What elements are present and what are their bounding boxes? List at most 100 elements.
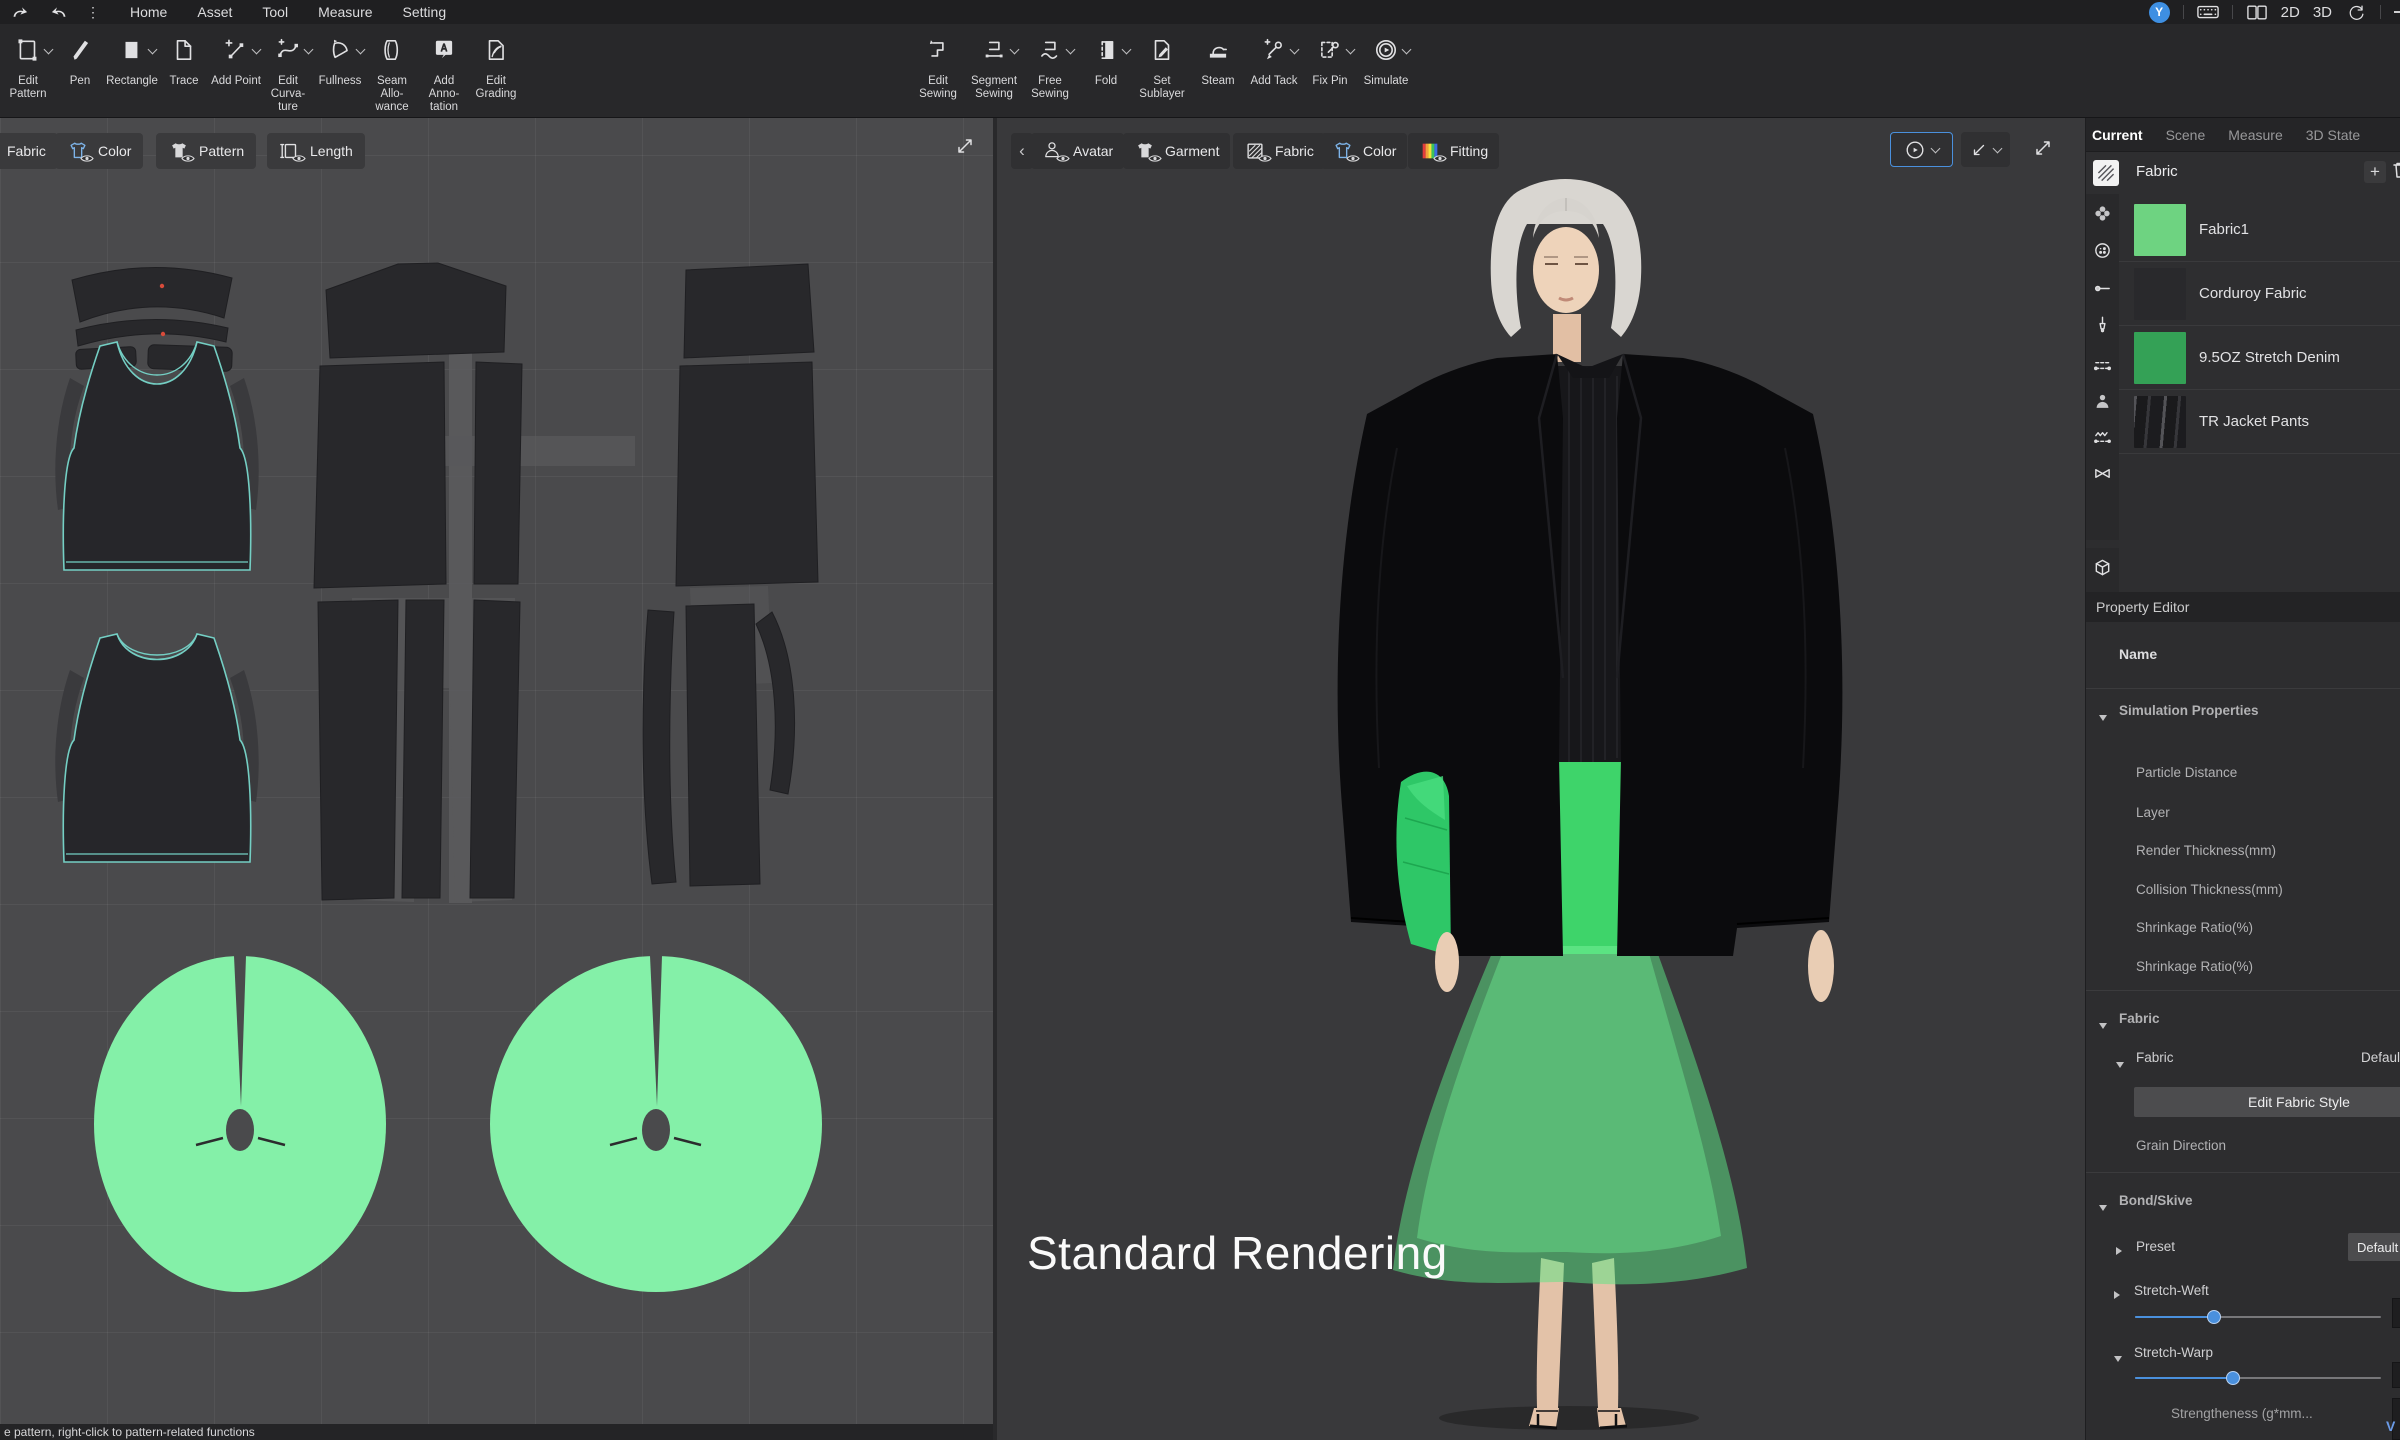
add-point-button[interactable]: Add Point [210, 24, 262, 118]
fabric-asset-icon[interactable] [2093, 204, 2112, 223]
pointer-mode-button[interactable] [1961, 132, 2010, 167]
animation-mode-button[interactable] [1890, 132, 1953, 167]
collapse-simulation-icon[interactable] [2099, 708, 2107, 724]
pattern-pieces-canvas[interactable] [0, 118, 993, 1440]
fullness-button[interactable]: Fullness [314, 24, 366, 118]
redo-icon[interactable] [48, 3, 70, 21]
expand-stretch-weft-icon[interactable] [2114, 1286, 2120, 1302]
expand-2d-icon[interactable] [955, 136, 975, 156]
simulate-button[interactable]: Simulate [1358, 24, 1414, 118]
pin-asset-icon[interactable] [2093, 279, 2112, 298]
free-sewing-button[interactable]: Free Sewing [1022, 24, 1078, 118]
tab-3d-color[interactable]: Color [1321, 133, 1407, 169]
trace-button[interactable]: Trace [158, 24, 210, 118]
fold-icon [1091, 35, 1121, 65]
tab-measure[interactable]: Measure [2228, 127, 2282, 143]
fabric-row-1[interactable]: Fabric1 [2119, 198, 2400, 262]
stretch-weft-value-field[interactable] [2392, 1298, 2400, 1328]
pattern-piece-circle-skirt-2[interactable] [490, 956, 822, 1292]
play-circle-icon [1904, 139, 1926, 161]
seam-allowance-button[interactable]: Seam Allo- wance [366, 24, 418, 118]
avatar-clutch[interactable] [1396, 772, 1451, 956]
edit-grading-button[interactable]: Edit Grading [470, 24, 522, 118]
tab-3d-fabric[interactable]: Fabric [1233, 133, 1325, 169]
menu-tool[interactable]: Tool [262, 4, 288, 20]
pen-button[interactable]: Pen [54, 24, 106, 118]
add-annotation-button[interactable]: Add Anno- tation [418, 24, 470, 118]
expand-preset-icon[interactable] [2116, 1242, 2122, 1258]
tool-label: Add Tack [1246, 75, 1302, 88]
tape-asset-icon[interactable] [2093, 464, 2112, 483]
topstitch-asset-icon[interactable] [2093, 428, 2112, 447]
edit-sewing-button[interactable]: Edit Sewing [910, 24, 966, 118]
pattern-piece-tank-back[interactable] [55, 634, 258, 862]
fabric-row-2[interactable]: Corduroy Fabric [2119, 262, 2400, 326]
viewport-3d[interactable]: ‹ Avatar Garment Fabric Color [997, 118, 2085, 1440]
collapse-panel-button[interactable]: ‹ [1011, 133, 1033, 169]
collapse-fabric-icon[interactable] [2099, 1016, 2107, 1032]
prop-layer: Layer [2136, 805, 2170, 820]
zipper-asset-icon[interactable] [2093, 315, 2112, 334]
steam-button[interactable]: Steam [1190, 24, 1246, 118]
set-sublayer-button[interactable]: Set Sublayer [1134, 24, 1190, 118]
fabric-row-3[interactable]: 9.5OZ Stretch Denim [2119, 326, 2400, 390]
view-3d-button[interactable]: 3D [2313, 4, 2332, 21]
add-tack-button[interactable]: Add Tack [1246, 24, 1302, 118]
object-3d-asset-icon[interactable] [2093, 558, 2112, 577]
pattern-piece-front-strip [474, 362, 522, 584]
stretch-warp-slider[interactable] [2135, 1371, 2381, 1385]
collapse-stretch-warp-icon[interactable] [2114, 1349, 2122, 1365]
menu-measure[interactable]: Measure [318, 4, 372, 20]
tool-label: Fix Pin [1302, 75, 1358, 88]
tab-2d-pattern[interactable]: Pattern [156, 133, 256, 169]
edit-curvature-button[interactable]: Edit Curva- ture [262, 24, 314, 118]
avatar-asset-icon[interactable] [2093, 392, 2112, 411]
edit-fabric-style-button[interactable]: Edit Fabric Style [2134, 1087, 2400, 1117]
split-view-icon[interactable] [2246, 3, 2268, 21]
add-fabric-button[interactable]: + [2364, 161, 2386, 183]
expand-3d-icon[interactable] [2033, 138, 2053, 158]
tab-2d-length[interactable]: Length [267, 133, 365, 169]
undo-icon[interactable] [8, 3, 30, 21]
rectangle-button[interactable]: Rectangle [106, 24, 158, 118]
collapse-bond-icon[interactable] [2099, 1198, 2107, 1214]
menu-home[interactable]: Home [130, 4, 167, 20]
stretch-weft-slider[interactable] [2135, 1310, 2381, 1324]
tab-2d-color[interactable]: Color [55, 133, 143, 169]
keyboard-shortcuts-icon[interactable] [2197, 3, 2219, 21]
tab-scene[interactable]: Scene [2166, 127, 2206, 143]
tab-3d-avatar[interactable]: Avatar [1031, 133, 1124, 169]
sync-icon[interactable] [2345, 3, 2367, 21]
tab-label: Color [1363, 143, 1396, 159]
tab-2d-fabric[interactable]: Fabric [0, 133, 58, 169]
tab-3d-state[interactable]: 3D State [2306, 127, 2360, 143]
fabric-category-icon[interactable] [2093, 160, 2119, 186]
delete-fabric-icon[interactable] [2392, 161, 2400, 183]
fold-button[interactable]: Fold [1078, 24, 1134, 118]
collapse-fabric-sub-icon[interactable] [2116, 1055, 2124, 1071]
add-tack-icon [1259, 35, 1289, 65]
stretch-warp-value-field[interactable] [2392, 1362, 2400, 1388]
view-2d-button[interactable]: 2D [2281, 4, 2300, 21]
button-asset-icon[interactable] [2093, 241, 2112, 260]
pattern-piece-tank-front[interactable] [55, 342, 258, 570]
more-menu-icon[interactable]: ⋮ [82, 3, 104, 21]
user-avatar[interactable]: Y [2149, 2, 2170, 23]
avatar-head [1491, 179, 1642, 362]
tab-current[interactable]: Current [2092, 127, 2143, 143]
segment-sewing-button[interactable]: Segment Sewing [966, 24, 1022, 118]
slider-thumb[interactable] [2226, 1371, 2240, 1385]
slider-thumb[interactable] [2207, 1310, 2221, 1324]
pattern-piece-circle-skirt-1[interactable] [94, 956, 386, 1292]
menu-asset[interactable]: Asset [197, 4, 232, 20]
edit-pattern-button[interactable]: Edit Pattern [2, 24, 54, 118]
menu-setting[interactable]: Setting [403, 4, 447, 20]
pattern-2d-viewport[interactable]: Fabric Color Pattern Length [0, 118, 993, 1440]
preset-value-button[interactable]: Default [2348, 1233, 2400, 1261]
minimize-icon[interactable] [2394, 11, 2400, 13]
tab-3d-garment[interactable]: Garment [1123, 133, 1230, 169]
fix-pin-button[interactable]: Fix Pin [1302, 24, 1358, 118]
stitch-asset-icon[interactable] [2093, 356, 2112, 375]
tab-3d-fitting[interactable]: Fitting [1408, 133, 1499, 169]
fabric-row-4[interactable]: TR Jacket Pants [2119, 390, 2400, 454]
